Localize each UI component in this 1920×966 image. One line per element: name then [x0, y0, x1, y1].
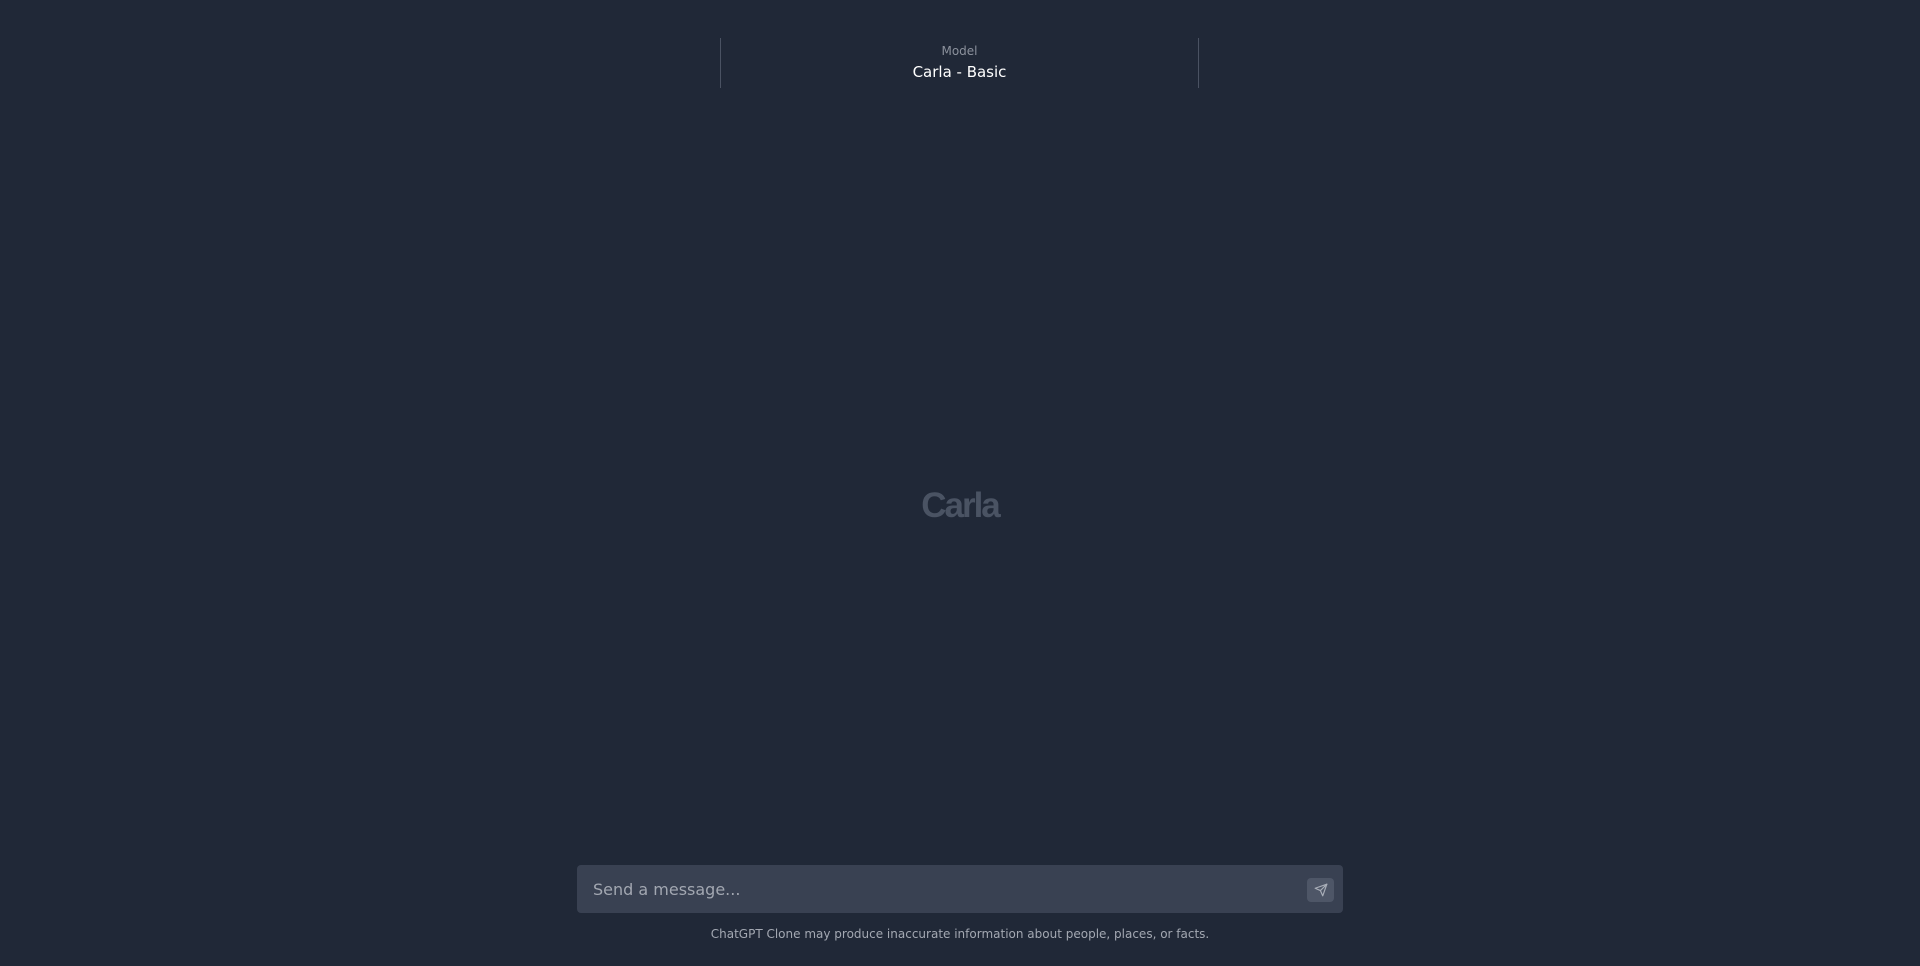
send-icon — [1314, 883, 1327, 897]
model-caption: Model — [941, 44, 978, 58]
message-input[interactable] — [593, 865, 1273, 913]
chat-page: Model Carla - Basic Carla ChatGPT Clone … — [0, 0, 1920, 966]
disclaimer-text: ChatGPT Clone may produce inaccurate inf… — [710, 927, 1210, 941]
model-selector[interactable]: Model Carla - Basic — [720, 38, 1199, 88]
send-button[interactable] — [1307, 878, 1334, 902]
message-composer — [577, 865, 1343, 913]
model-value: Carla - Basic — [912, 63, 1007, 81]
brand-watermark: Carla — [921, 486, 1001, 525]
